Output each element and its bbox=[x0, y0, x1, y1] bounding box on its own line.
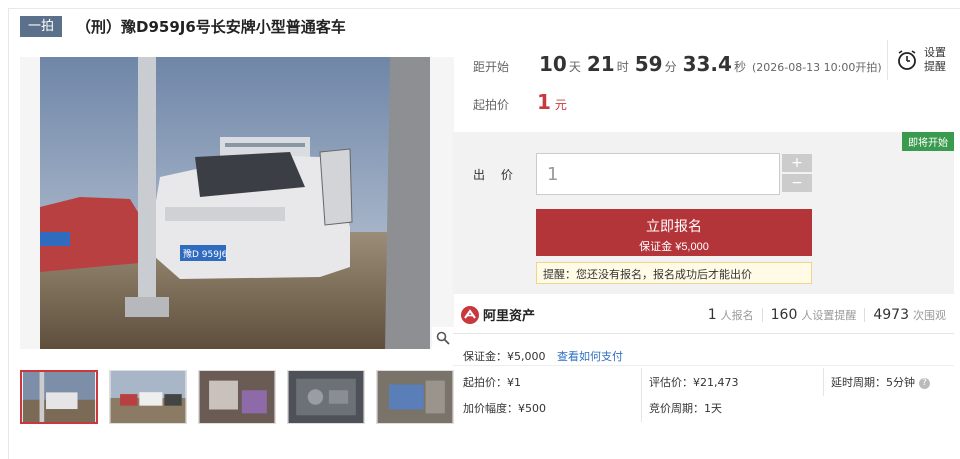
view-count: 4973 bbox=[873, 306, 909, 323]
start-time-note: (2026-08-13 10:00开拍) bbox=[751, 61, 882, 74]
bid-input[interactable] bbox=[536, 153, 780, 195]
page-title: （刑）豫D959J6号长安牌小型普通客车 bbox=[76, 17, 346, 36]
alarm-clock-icon bbox=[898, 50, 916, 70]
brand-name: 阿里资产 bbox=[483, 309, 536, 324]
countdown-days: 10 bbox=[539, 52, 567, 76]
divider bbox=[864, 307, 866, 322]
zoom-icon[interactable] bbox=[432, 327, 454, 349]
register-tip: 提醒：您还没有报名，报名成功后才能出价 bbox=[536, 262, 812, 284]
reminder-count: 160 bbox=[770, 306, 798, 323]
main-photo[interactable]: 豫D 959J6 bbox=[20, 57, 454, 349]
deposit-label: 保证金 ¥5,000 bbox=[639, 241, 709, 253]
register-label: 立即报名 bbox=[646, 218, 702, 234]
thumbnail-3[interactable] bbox=[198, 370, 276, 424]
car-photo-illustration: 豫D 959J6 bbox=[20, 57, 454, 349]
stats: 1 人报名 160 人设置提醒 4973 次围观 bbox=[708, 307, 946, 323]
title-row: 一拍 （刑）豫D959J6号长安牌小型普通客车 bbox=[20, 14, 346, 38]
decrease-bid-button[interactable]: − bbox=[782, 174, 812, 192]
divider bbox=[453, 365, 954, 366]
auction-round-tag: 一拍 bbox=[20, 15, 63, 37]
thumbnail-strip bbox=[20, 370, 465, 424]
countdown: 距开始 10 天 21 时 59 分 33.4 秒 (2026-08-13 10… bbox=[473, 52, 882, 76]
brand-row: 阿里资产 1 人报名 160 人设置提醒 4973 次围观 bbox=[453, 296, 954, 334]
countdown-minutes: 59 bbox=[634, 52, 663, 76]
start-price-unit: 元 bbox=[554, 98, 567, 112]
divider bbox=[823, 368, 824, 396]
thumbnail-5[interactable] bbox=[376, 370, 454, 424]
view-count-label: 次围观 bbox=[913, 308, 946, 322]
increase-bid-button[interactable]: + bbox=[782, 154, 812, 172]
hours-unit: 时 bbox=[616, 60, 629, 74]
bid-cycle-info: 竞价周期：1天 bbox=[649, 402, 722, 415]
register-button[interactable]: 立即报名 保证金 ¥5,000 bbox=[536, 209, 812, 256]
bid-area: 即将开始 出 价 + − 立即报名 保证金 ¥5,000 提醒：您还没有报名，报… bbox=[453, 132, 954, 294]
days-unit: 天 bbox=[568, 60, 581, 74]
reminder-count-label: 人设置提醒 bbox=[801, 308, 857, 322]
minutes-unit: 分 bbox=[664, 60, 677, 74]
deposit-row: 保证金：¥5,000 查看如何支付 bbox=[463, 348, 623, 364]
divider bbox=[761, 307, 763, 322]
divider bbox=[641, 368, 642, 422]
reminder-label-2: 提醒 bbox=[924, 60, 946, 73]
countdown-hours: 21 bbox=[586, 52, 615, 76]
set-reminder-button[interactable]: 设置 提醒 bbox=[887, 40, 955, 80]
appraisal-info: 评估价：¥21,473 bbox=[649, 376, 739, 389]
thumbnail-2[interactable] bbox=[109, 370, 187, 424]
delay-period-text: 延时周期：5分钟 bbox=[831, 376, 915, 389]
signup-count-label: 人报名 bbox=[720, 308, 754, 322]
bid-label: 出 价 bbox=[473, 168, 519, 182]
start-price-info: 起拍价：¥1 bbox=[463, 376, 521, 389]
brand[interactable]: 阿里资产 bbox=[461, 305, 535, 324]
seconds-unit: 秒 bbox=[733, 60, 746, 74]
deposit-info: 保证金：¥5,000 bbox=[463, 350, 546, 363]
delay-period-info: 延时周期：5分钟? bbox=[831, 374, 930, 390]
payment-help-link[interactable]: 查看如何支付 bbox=[557, 350, 623, 363]
status-badge: 即将开始 bbox=[902, 132, 954, 151]
ali-asset-logo-icon bbox=[461, 305, 479, 324]
thumbnail-1[interactable] bbox=[20, 370, 98, 424]
start-price-label: 起拍价 bbox=[473, 98, 510, 112]
start-price: 起拍价 1 元 bbox=[473, 90, 567, 114]
signup-count: 1 bbox=[707, 306, 717, 323]
countdown-label: 距开始 bbox=[473, 60, 510, 74]
countdown-seconds: 33.4 bbox=[682, 52, 732, 76]
plate-text: 豫D 959J6 bbox=[183, 248, 228, 260]
increment-info: 加价幅度：¥500 bbox=[463, 402, 546, 415]
start-price-value: 1 bbox=[537, 90, 551, 114]
reminder-label-1: 设置 bbox=[924, 46, 946, 59]
thumbnail-4[interactable] bbox=[287, 370, 365, 424]
help-icon[interactable]: ? bbox=[919, 377, 930, 389]
